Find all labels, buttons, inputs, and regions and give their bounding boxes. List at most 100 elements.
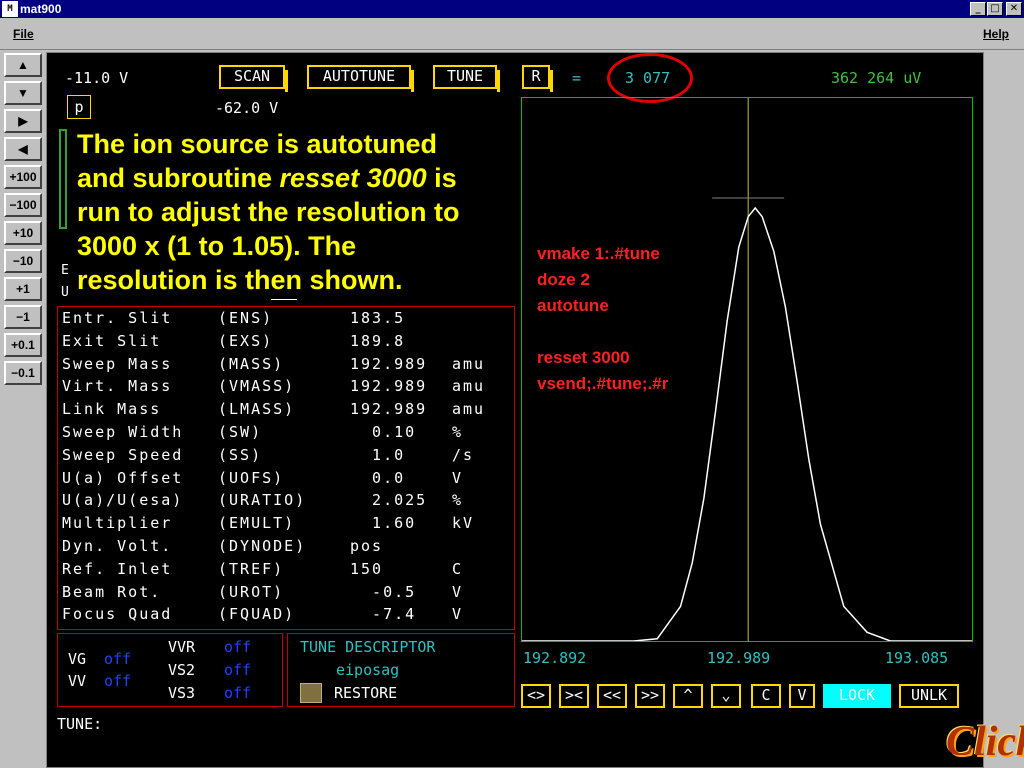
plus-1-button[interactable]: +1 [4, 277, 42, 301]
param-unit: amu [452, 377, 486, 396]
param-unit: amu [452, 354, 486, 373]
param-value: 150 [350, 559, 384, 578]
param-value: 192.989 [350, 377, 428, 396]
restore-label: RESTORE [334, 684, 398, 702]
param-name: Entr. Slit [62, 309, 173, 327]
app-icon: M [2, 1, 18, 17]
param-value: pos [350, 537, 384, 555]
valve-vs3-state[interactable]: off [224, 684, 251, 702]
param-code: (SS) [218, 445, 263, 464]
left-arrow-button[interactable]: ◀ [4, 137, 42, 161]
param-unit: amu [452, 400, 486, 419]
scale-down-button[interactable]: ⌄ [711, 684, 741, 708]
annotation-line-5: resolution is then shown. [77, 265, 403, 295]
param-value: 192.989 [350, 400, 428, 419]
annotation-line-4: 3000 x (1 to 1.05). The [77, 231, 357, 261]
param-value: 189.8 [350, 331, 406, 350]
param-name: Ref. Inlet [62, 559, 173, 578]
minus-10-button[interactable]: −10 [4, 249, 42, 273]
valve-vv-state[interactable]: off [104, 672, 131, 690]
valve-vs2-state[interactable]: off [224, 661, 251, 679]
param-value: 183.5 [350, 309, 406, 327]
param-name: Multiplier [62, 514, 173, 533]
voltage-readout: -11.0 V [65, 69, 129, 87]
tune-descriptor-name: eiposag [336, 661, 400, 679]
resolution-highlight-circle [607, 53, 693, 103]
right-arrow-button[interactable]: ▶ [4, 109, 42, 133]
shift-left-button[interactable]: << [597, 684, 627, 708]
menu-help[interactable]: Help [983, 27, 1009, 41]
annotation-line-3: run to adjust the resolution to [77, 197, 460, 227]
scan-button[interactable]: SCAN [219, 65, 288, 92]
param-code: (UOFS) [218, 468, 285, 487]
minus-0-1-button[interactable]: −0.1 [4, 361, 42, 385]
title-bar: M mat900 _ □ ✕ [0, 0, 1024, 18]
down-arrow-button[interactable]: ▼ [4, 81, 42, 105]
p-button[interactable]: p [67, 95, 91, 119]
close-button[interactable]: ✕ [1006, 2, 1022, 16]
menu-file[interactable]: File [13, 27, 34, 41]
param-code: (MASS) [218, 354, 285, 373]
param-value: 0.0 [350, 468, 406, 487]
param-code: (UROT) [218, 582, 285, 601]
annotation-line-2: and subroutine resset 3000 is [77, 161, 557, 195]
expand-button[interactable]: <> [521, 684, 551, 708]
up-arrow-button[interactable]: ▲ [4, 53, 42, 77]
maximize-button[interactable]: □ [987, 2, 1003, 16]
param-value: 1.0 [350, 445, 406, 464]
scale-up-button[interactable]: ^ [673, 684, 703, 708]
param-value: 0.10 [350, 423, 417, 441]
annotation-line-2-italic: resset 3000 [279, 163, 427, 193]
param-code: (FQUAD) [218, 605, 296, 624]
intensity-readout: 362 264 uV [831, 69, 922, 87]
param-code: (VMASS) [218, 377, 296, 396]
minus-1-button[interactable]: −1 [4, 305, 42, 329]
unlock-button[interactable]: UNLK [899, 684, 959, 708]
tune-descriptor-panel: TUNE DESCRIPTOR eiposag RESTORE [287, 633, 515, 707]
menu-bar: File Help [0, 18, 1024, 50]
annotation-line-1: The ion source is autotuned [77, 129, 438, 159]
minimize-button[interactable]: _ [970, 2, 986, 16]
plus-10-button[interactable]: +10 [4, 221, 42, 245]
axis-left-label: 192.892 [523, 649, 587, 667]
param-code: (TREF) [218, 559, 285, 578]
side-letter-u: U [61, 285, 69, 300]
valve-vvr-state[interactable]: off [224, 638, 251, 656]
annotation-line-2c: is [426, 163, 457, 193]
contract-button[interactable]: >< [559, 684, 589, 708]
r-button[interactable]: R [522, 65, 553, 92]
param-name: Sweep Width [62, 423, 184, 441]
p-voltage-readout: -62.0 V [215, 99, 279, 117]
plus-0-1-button[interactable]: +0.1 [4, 333, 42, 357]
lock-button[interactable]: LOCK [823, 684, 891, 708]
valve-vv-label: VV [68, 672, 87, 690]
param-code: (SW) [218, 423, 263, 441]
restore-checkbox[interactable] [300, 683, 322, 703]
c-button[interactable]: C [751, 684, 781, 708]
param-unit: C [452, 559, 464, 578]
param-value: 1.60 [350, 514, 417, 533]
param-unit: V [452, 605, 464, 624]
param-unit: V [452, 582, 464, 601]
param-code: (EXS) [218, 331, 274, 350]
valve-vg-state[interactable]: off [104, 650, 131, 668]
v-button[interactable]: V [789, 684, 815, 708]
peak-plot-svg [522, 98, 972, 642]
tune-descriptor-title: TUNE DESCRIPTOR [300, 638, 436, 656]
annotation-text: The ion source is autotuned and subrouti… [77, 127, 557, 297]
tune-button[interactable]: TUNE [433, 65, 500, 92]
param-value: 192.989 [350, 354, 428, 373]
param-name: U(a) Offset [62, 468, 184, 487]
param-name: Focus Quad [62, 605, 173, 624]
param-name: Sweep Mass [62, 354, 173, 373]
click-watermark: Click [946, 719, 1024, 765]
shift-right-button[interactable]: >> [635, 684, 665, 708]
param-value: -7.4 [350, 605, 417, 624]
autotune-button[interactable]: AUTOTUNE [307, 65, 414, 92]
minus-100-button[interactable]: −100 [4, 193, 42, 217]
peak-trace [522, 206, 972, 642]
param-value: 2.025 [350, 491, 428, 510]
plus-100-button[interactable]: +100 [4, 165, 42, 189]
side-letter-e: E [61, 263, 69, 278]
parameter-table: Entr. Slit (ENS) 183.5 Exit Slit (EXS) 189.8 S… [57, 306, 515, 630]
